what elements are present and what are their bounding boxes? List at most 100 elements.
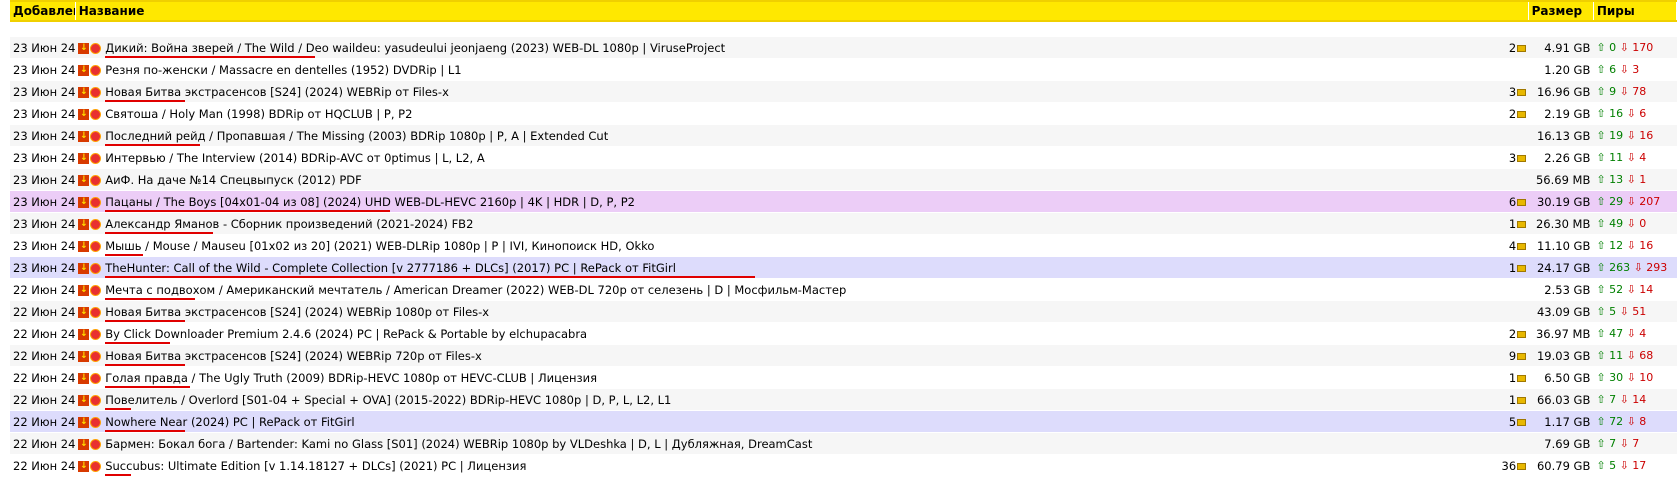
red-underline-mark xyxy=(105,473,132,476)
magnet-icon[interactable] xyxy=(90,262,102,274)
magnet-icon[interactable] xyxy=(90,42,102,54)
comment-count[interactable]: 1 xyxy=(1509,393,1516,407)
leech-count: ⇩ 293 xyxy=(1633,261,1668,274)
row-title-link[interactable]: Александр Яманов - Сборник произведений … xyxy=(105,217,473,234)
comment-count[interactable]: 36 xyxy=(1502,459,1517,473)
magnet-icon[interactable] xyxy=(90,328,102,340)
column-peers[interactable]: Пиры xyxy=(1593,0,1678,22)
magnet-icon[interactable] xyxy=(90,174,102,186)
row-title-link[interactable]: Мышь / Mouse / Mauseu [01x02 из 20] (202… xyxy=(105,239,654,256)
download-icon[interactable]: ↓ xyxy=(78,372,90,384)
table-row: 23 Июн 24 ↓ Пацаны / The Boys [04x01-04 из… xyxy=(10,190,1677,213)
arrow-up-icon: ⇧ xyxy=(1596,151,1606,164)
download-icon[interactable]: ↓ xyxy=(78,174,90,186)
comment-count[interactable]: 6 xyxy=(1509,195,1516,209)
comment-count[interactable]: 4 xyxy=(1509,239,1516,253)
comment-count[interactable]: 2 xyxy=(1509,327,1516,341)
magnet-icon[interactable] xyxy=(90,152,102,164)
seed-count: ⇧ 13 xyxy=(1596,173,1624,186)
magnet-icon[interactable] xyxy=(90,218,102,230)
row-title-link[interactable]: Новая Битва экстрасенсов [S24] (2024) WE… xyxy=(105,349,482,366)
column-added[interactable]: Добавлен xyxy=(10,0,76,22)
comment-count[interactable]: 1 xyxy=(1509,261,1516,275)
seed-count: ⇧ 72 xyxy=(1596,415,1624,428)
comment-count[interactable]: 9 xyxy=(1509,349,1516,363)
arrow-up-icon: ⇧ xyxy=(1596,437,1606,450)
download-icon[interactable]: ↓ xyxy=(78,328,90,340)
magnet-icon[interactable] xyxy=(90,460,102,472)
column-size[interactable]: Размер xyxy=(1528,0,1594,22)
magnet-icon[interactable] xyxy=(90,86,102,98)
comment-count[interactable]: 3 xyxy=(1509,151,1516,165)
row-title-link[interactable]: Пацаны / The Boys [04x01-04 из 08] (2024… xyxy=(105,195,635,212)
download-icon[interactable]: ↓ xyxy=(78,438,90,450)
download-icon[interactable]: ↓ xyxy=(78,64,90,76)
magnet-icon[interactable] xyxy=(90,350,102,362)
leech-count: ⇩ 4 xyxy=(1626,151,1647,164)
table-row: 23 Июн 24 ↓ Интервью / The Interview (2014… xyxy=(10,146,1677,169)
row-title-link[interactable]: Святоша / Holy Man (1998) BDRip от HQCLU… xyxy=(105,107,412,121)
download-icon[interactable]: ↓ xyxy=(78,152,90,164)
column-name[interactable]: Название xyxy=(75,0,1529,22)
row-title-link[interactable]: Резня по-женски / Massacre en dentelles … xyxy=(105,63,461,77)
comment-count[interactable]: 5 xyxy=(1509,415,1516,429)
download-icon[interactable]: ↓ xyxy=(78,240,90,252)
row-title-link[interactable]: Succubus: Ultimate Edition [v 1.14.18127… xyxy=(105,459,526,476)
row-title-link[interactable]: Последний рейд / Пропавшая / The Missing… xyxy=(105,129,608,146)
table-row: 23 Июн 24 ↓ Новая Битва экстрасенсов [S24]… xyxy=(10,80,1677,103)
row-title-link[interactable]: Бармен: Бокал бога / Bartender: Kami no … xyxy=(105,437,812,451)
download-icon[interactable]: ↓ xyxy=(78,262,90,274)
magnet-icon[interactable] xyxy=(90,240,102,252)
leech-count: ⇩ 6 xyxy=(1626,107,1647,120)
comment-count[interactable]: 2 xyxy=(1509,107,1516,121)
row-title-link[interactable]: Интервью / The Interview (2014) BDRip-AV… xyxy=(105,151,485,165)
row-date: 22 Июн 24 xyxy=(13,458,76,473)
download-icon[interactable]: ↓ xyxy=(78,350,90,362)
download-icon[interactable]: ↓ xyxy=(78,86,90,98)
arrow-up-icon: ⇧ xyxy=(1596,393,1606,406)
magnet-icon[interactable] xyxy=(90,284,102,296)
comment-icon xyxy=(1517,374,1527,382)
row-title-link[interactable]: Дикий: Война зверей / The Wild / Deo wai… xyxy=(105,41,725,58)
row-title-link[interactable]: АиФ. На даче №14 Спецвыпуск (2012) PDF xyxy=(105,173,362,187)
download-icon[interactable]: ↓ xyxy=(78,130,90,142)
row-title-link[interactable]: Повелитель / Overlord [S01-04 + Special … xyxy=(105,393,671,410)
row-title-link[interactable]: Голая правда / The Ugly Truth (2009) BDR… xyxy=(105,371,597,388)
leech-count: ⇩ 16 xyxy=(1626,239,1654,252)
magnet-icon[interactable] xyxy=(90,306,102,318)
magnet-icon[interactable] xyxy=(90,372,102,384)
magnet-icon[interactable] xyxy=(90,108,102,120)
comment-count[interactable]: 2 xyxy=(1509,41,1516,55)
magnet-icon[interactable] xyxy=(90,64,102,76)
row-size: 43.09 GB xyxy=(1536,304,1591,319)
download-icon[interactable]: ↓ xyxy=(78,306,90,318)
red-underline-mark xyxy=(105,385,191,388)
download-icon[interactable]: ↓ xyxy=(78,196,90,208)
magnet-icon[interactable] xyxy=(90,394,102,406)
comment-count[interactable]: 1 xyxy=(1509,371,1516,385)
row-title-link[interactable]: Новая Битва экстрасенсов [S24] (2024) WE… xyxy=(105,85,449,102)
download-icon[interactable]: ↓ xyxy=(78,284,90,296)
download-icon[interactable]: ↓ xyxy=(78,42,90,54)
comment-count[interactable]: 3 xyxy=(1509,85,1516,99)
download-icon[interactable]: ↓ xyxy=(78,218,90,230)
row-title-link[interactable]: Nowhere Near (2024) PC | RePack от FitGi… xyxy=(105,415,355,432)
row-date: 22 Июн 24 xyxy=(13,370,76,385)
magnet-icon[interactable] xyxy=(90,130,102,142)
magnet-icon[interactable] xyxy=(90,438,102,450)
row-title-link[interactable]: Новая Битва экстрасенсов [S24] (2024) WE… xyxy=(105,305,489,322)
red-underline-mark xyxy=(105,253,144,256)
download-icon[interactable]: ↓ xyxy=(78,416,90,428)
seed-count: ⇧ 29 xyxy=(1596,195,1624,208)
download-icon[interactable]: ↓ xyxy=(78,108,90,120)
row-icons: ↓ xyxy=(78,437,102,451)
row-title-link[interactable]: TheHunter: Call of the Wild - Complete C… xyxy=(105,261,756,278)
magnet-icon[interactable] xyxy=(90,196,102,208)
comment-count[interactable]: 1 xyxy=(1509,217,1516,231)
arrow-down-icon: ⇩ xyxy=(1626,107,1636,120)
download-icon[interactable]: ↓ xyxy=(78,460,90,472)
row-title-link[interactable]: Мечта с подвохом / Американский мечтател… xyxy=(105,283,846,300)
row-title-link[interactable]: By Click Downloader Premium 2.4.6 (2024)… xyxy=(105,327,587,344)
magnet-icon[interactable] xyxy=(90,416,102,428)
download-icon[interactable]: ↓ xyxy=(78,394,90,406)
